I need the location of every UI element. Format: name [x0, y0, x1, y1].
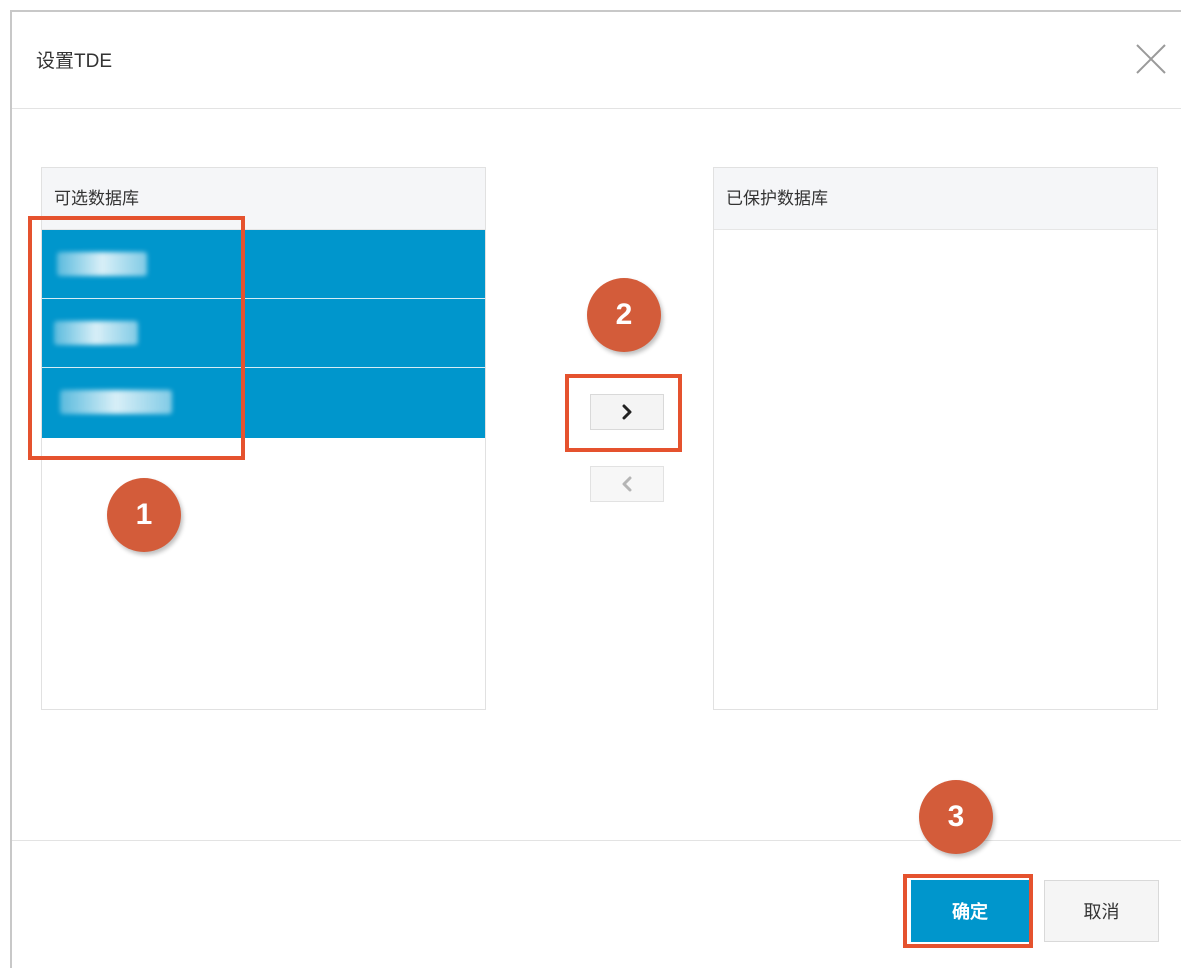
database-item[interactable]: [42, 230, 485, 299]
chevron-right-icon: [622, 404, 632, 420]
confirm-button[interactable]: 确定: [911, 880, 1029, 942]
header-divider: [12, 108, 1181, 109]
footer-divider: [12, 840, 1181, 841]
database-name-redacted: [57, 252, 147, 276]
step1-badge: 1: [107, 478, 181, 552]
set-tde-dialog: 设置TDE 可选数据库 已保护数据库 确定 取消: [10, 10, 1181, 968]
database-item[interactable]: [42, 368, 485, 438]
dialog-title: 设置TDE: [36, 51, 113, 72]
available-databases-panel: 可选数据库: [41, 167, 486, 710]
database-name-redacted: [54, 321, 138, 345]
step2-badge: 2: [587, 278, 661, 352]
protected-databases-header: 已保护数据库: [714, 168, 1157, 230]
move-left-button[interactable]: [590, 466, 664, 502]
database-item[interactable]: [42, 299, 485, 368]
protected-databases-panel: 已保护数据库: [713, 167, 1158, 710]
database-name-redacted: [60, 390, 172, 414]
available-databases-header: 可选数据库: [42, 168, 485, 230]
close-icon: [1136, 44, 1166, 74]
chevron-left-icon: [622, 476, 632, 492]
cancel-button[interactable]: 取消: [1044, 880, 1159, 942]
step3-badge: 3: [919, 780, 993, 854]
close-button[interactable]: [1134, 42, 1168, 76]
move-right-button[interactable]: [590, 394, 664, 430]
